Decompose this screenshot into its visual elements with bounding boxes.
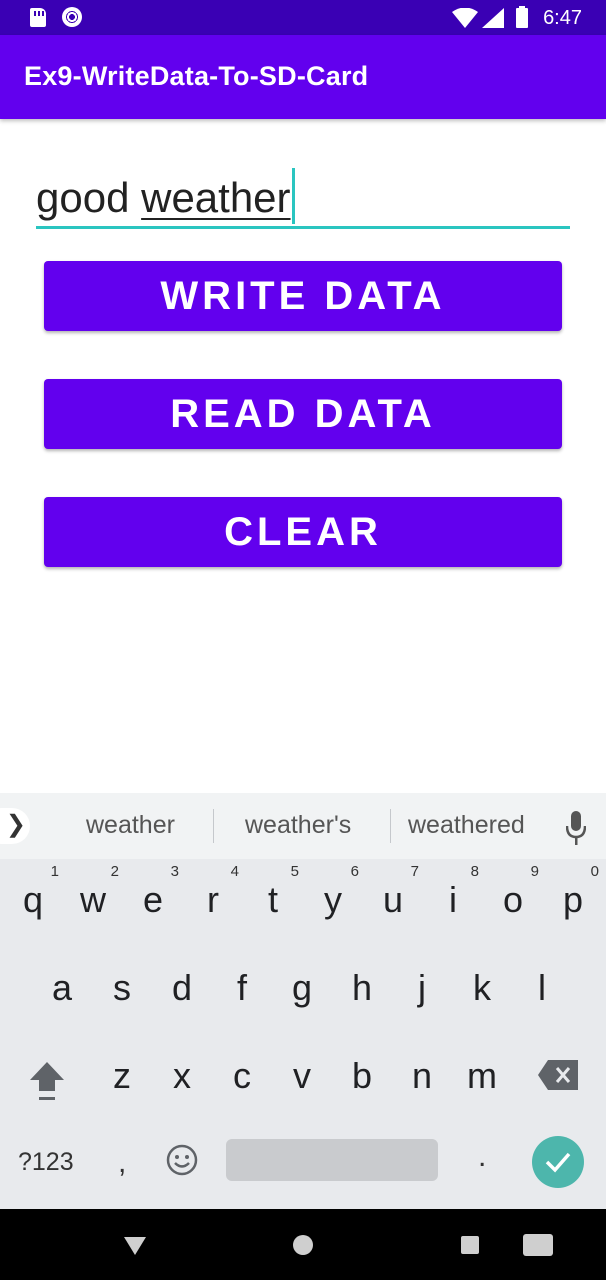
read-data-button[interactable]: READ DATA (44, 379, 562, 449)
input-text-plain: good (36, 174, 142, 221)
key-r[interactable]: 4r (183, 857, 243, 937)
key-v[interactable]: v (272, 1033, 332, 1113)
suggestion-strip: ❯ weather weather's weathered (0, 793, 606, 859)
app-title: Ex9-WriteData-To-SD-Card (24, 61, 369, 91)
key-u[interactable]: 7u (363, 857, 423, 937)
suggestion-1[interactable]: weather (86, 811, 175, 840)
key-y[interactable]: 6y (303, 857, 363, 937)
text-input[interactable]: good weather (36, 160, 570, 229)
keyboard-switch-icon[interactable] (523, 1234, 553, 1256)
backspace-icon[interactable] (538, 1060, 578, 1090)
key-x[interactable]: x (152, 1033, 212, 1113)
key-q[interactable]: 1q (3, 857, 63, 937)
period-key[interactable]: . (478, 1140, 486, 1174)
key-s[interactable]: s (92, 945, 152, 1025)
suggestion-3[interactable]: weathered (408, 811, 525, 840)
suggestion-2[interactable]: weather's (245, 811, 351, 840)
key-p[interactable]: 0p (543, 857, 603, 937)
key-w[interactable]: 2w (63, 857, 123, 937)
key-o[interactable]: 9o (483, 857, 543, 937)
key-g[interactable]: g (272, 945, 332, 1025)
home-icon[interactable] (293, 1235, 313, 1255)
enter-button[interactable] (532, 1136, 584, 1188)
status-time: 6:47 (543, 7, 582, 29)
key-m[interactable]: m (452, 1033, 512, 1113)
suggestion-divider (390, 809, 391, 843)
suggestion-divider (213, 809, 214, 843)
key-k[interactable]: k (452, 945, 512, 1025)
navigation-bar (0, 1209, 606, 1280)
write-data-button[interactable]: WRITE DATA (44, 261, 562, 331)
key-f[interactable]: f (212, 945, 272, 1025)
key-c[interactable]: c (212, 1033, 272, 1113)
clear-button[interactable]: CLEAR (44, 497, 562, 567)
checkmark-icon (545, 1152, 571, 1173)
input-text-composing: weather (141, 174, 291, 221)
key-e[interactable]: 3e (123, 857, 183, 937)
key-j[interactable]: j (392, 945, 452, 1025)
expand-suggestions-icon[interactable]: ❯ (0, 808, 30, 844)
shift-icon[interactable] (28, 1060, 66, 1102)
key-l[interactable]: l (512, 945, 572, 1025)
input-text: good weather (36, 168, 295, 224)
recents-icon[interactable] (461, 1236, 479, 1254)
key-h[interactable]: h (332, 945, 392, 1025)
comma-key[interactable]: , (118, 1146, 126, 1180)
signal-icon (482, 8, 504, 28)
status-bar: 6:47 (0, 0, 606, 35)
microphone-icon[interactable] (566, 811, 586, 845)
back-icon[interactable] (124, 1237, 146, 1255)
loading-icon (62, 7, 82, 27)
emoji-icon[interactable] (166, 1144, 198, 1176)
space-bar[interactable] (226, 1139, 438, 1181)
key-d[interactable]: d (152, 945, 212, 1025)
wifi-icon (452, 8, 478, 28)
sd-card-icon (30, 8, 46, 27)
key-b[interactable]: b (332, 1033, 392, 1113)
key-a[interactable]: a (32, 945, 92, 1025)
symbols-key[interactable]: ?123 (18, 1148, 74, 1177)
key-n[interactable]: n (392, 1033, 452, 1113)
key-z[interactable]: z (92, 1033, 152, 1113)
battery-icon (516, 6, 528, 28)
app-bar: Ex9-WriteData-To-SD-Card (0, 35, 606, 119)
text-cursor (291, 168, 295, 224)
key-t[interactable]: 5t (243, 857, 303, 937)
key-i[interactable]: 8i (423, 857, 483, 937)
